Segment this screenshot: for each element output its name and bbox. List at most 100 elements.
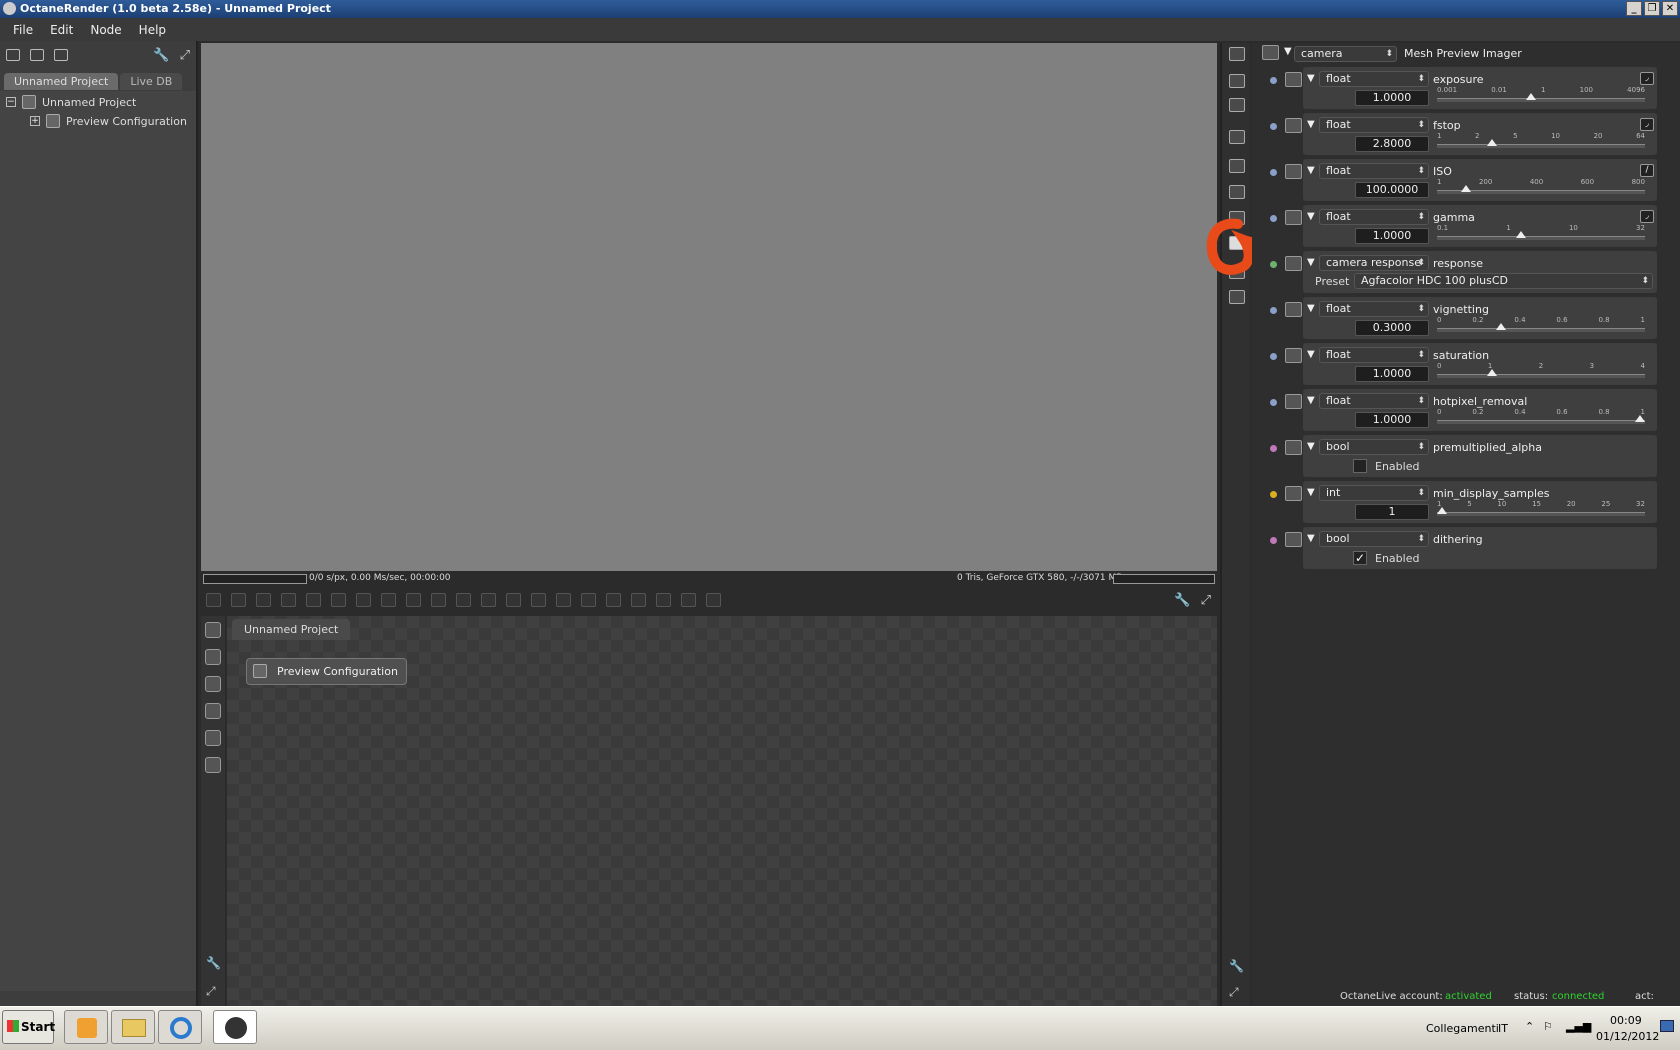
pick-focus-icon[interactable] bbox=[356, 593, 371, 607]
geometry-icon[interactable] bbox=[205, 676, 221, 692]
value-field[interactable]: 0.3000 bbox=[1355, 320, 1429, 336]
camera-icon[interactable] bbox=[631, 593, 646, 607]
param-type-icon[interactable] bbox=[1285, 118, 1302, 133]
param-type-select[interactable]: float bbox=[1319, 347, 1429, 363]
tab-live-db[interactable]: Live DB bbox=[120, 73, 183, 90]
connection-dot[interactable] bbox=[1270, 261, 1277, 268]
tree-item-project[interactable]: − Unnamed Project bbox=[6, 95, 136, 109]
value-field[interactable]: 1 bbox=[1355, 504, 1429, 520]
value-field[interactable]: 1.0000 bbox=[1355, 228, 1429, 244]
param-type-icon[interactable] bbox=[1285, 394, 1302, 409]
checker-icon[interactable] bbox=[556, 593, 571, 607]
camera-icon[interactable] bbox=[1229, 159, 1245, 173]
value-slider[interactable] bbox=[1437, 507, 1645, 516]
list-icon[interactable] bbox=[54, 49, 68, 61]
value-slider[interactable] bbox=[1437, 323, 1645, 332]
layers-icon[interactable] bbox=[30, 49, 44, 61]
outliner-icon[interactable] bbox=[6, 49, 20, 61]
value-field[interactable]: 2.8000 bbox=[1355, 136, 1429, 152]
slider-thumb[interactable] bbox=[1516, 231, 1527, 238]
param-type-select[interactable]: bool bbox=[1319, 531, 1429, 547]
param-type-icon[interactable] bbox=[1285, 256, 1302, 271]
texture-icon[interactable] bbox=[205, 757, 221, 773]
value-slider[interactable] bbox=[1437, 139, 1645, 148]
curve-icon[interactable]: ◞ bbox=[1640, 72, 1654, 85]
af-icon[interactable] bbox=[406, 593, 421, 607]
connection-dot[interactable] bbox=[1270, 491, 1277, 498]
wrench-icon[interactable]: 🔧 bbox=[1229, 959, 1244, 973]
expand-node-icon[interactable]: + bbox=[30, 116, 40, 126]
curve-icon[interactable]: ◞ bbox=[1640, 118, 1654, 131]
material-icon[interactable] bbox=[656, 593, 671, 607]
collapse-triangle-icon[interactable]: ▼ bbox=[1307, 73, 1315, 84]
expand-icon[interactable]: ⤢ bbox=[180, 48, 190, 63]
enabled-checkbox[interactable]: ✓ bbox=[1353, 551, 1367, 565]
wrench-icon[interactable]: 🔧 bbox=[206, 956, 221, 970]
curve-icon[interactable]: / bbox=[1640, 164, 1654, 177]
node-preview-configuration[interactable]: Preview Configuration bbox=[246, 658, 407, 685]
tab-node-graph[interactable]: Unnamed Project bbox=[232, 619, 351, 640]
preset-select[interactable]: Agfacolor HDC 100 plusCD bbox=[1354, 273, 1653, 289]
list-icon[interactable] bbox=[1229, 98, 1245, 112]
expand-icon[interactable]: ⤢ bbox=[1229, 985, 1239, 1000]
refresh-icon[interactable] bbox=[431, 593, 446, 607]
render-viewport[interactable] bbox=[201, 43, 1217, 571]
sphere-alt-icon[interactable] bbox=[506, 593, 521, 607]
collapse-triangle-icon[interactable]: ▼ bbox=[1307, 303, 1315, 314]
network-icon[interactable]: ▂▄▆ bbox=[1566, 1020, 1591, 1033]
octane-app-icon[interactable] bbox=[213, 1010, 257, 1044]
maximize-button[interactable]: ❐ bbox=[1644, 1, 1660, 16]
connection-dot[interactable] bbox=[1270, 353, 1277, 360]
lock-icon[interactable] bbox=[456, 593, 471, 607]
image-icon[interactable] bbox=[1229, 130, 1245, 144]
restart-icon[interactable] bbox=[256, 593, 271, 607]
collapse-triangle-icon[interactable]: ▼ bbox=[1307, 533, 1315, 544]
param-type-select[interactable]: camera response bbox=[1319, 255, 1429, 271]
param-type-icon[interactable] bbox=[1285, 348, 1302, 363]
param-type-select[interactable]: float bbox=[1319, 71, 1429, 87]
minimize-button[interactable]: _ bbox=[1626, 1, 1642, 16]
value-slider[interactable] bbox=[1437, 231, 1645, 240]
region-icon[interactable] bbox=[381, 593, 396, 607]
slider-thumb[interactable] bbox=[1437, 507, 1447, 514]
graph-icon[interactable] bbox=[205, 622, 221, 638]
clay-icon[interactable] bbox=[606, 593, 621, 607]
expand-icon[interactable]: ⤢ bbox=[1201, 593, 1211, 608]
flag-icon[interactable]: ⚐ bbox=[1543, 1020, 1553, 1033]
param-type-select[interactable]: int bbox=[1319, 485, 1429, 501]
value-slider[interactable] bbox=[1437, 369, 1645, 378]
sphere-icon[interactable] bbox=[481, 593, 496, 607]
node-type-select[interactable]: camera bbox=[1294, 46, 1397, 62]
connection-dot[interactable] bbox=[1270, 215, 1277, 222]
alpha-icon[interactable] bbox=[581, 593, 596, 607]
value-field[interactable]: 1.0000 bbox=[1355, 90, 1429, 106]
connection-dot[interactable] bbox=[1270, 169, 1277, 176]
collapse-triangle-icon[interactable]: ▼ bbox=[1284, 46, 1292, 57]
material-icon[interactable] bbox=[205, 703, 221, 719]
stop-icon[interactable] bbox=[231, 593, 246, 607]
menu-edit[interactable]: Edit bbox=[50, 23, 73, 37]
curve-icon[interactable]: ◞ bbox=[1640, 210, 1654, 223]
slider-thumb[interactable] bbox=[1635, 415, 1645, 422]
enabled-checkbox[interactable] bbox=[1353, 459, 1367, 473]
param-type-select[interactable]: float bbox=[1319, 117, 1429, 133]
collapse-triangle-icon[interactable]: ▼ bbox=[1307, 441, 1315, 452]
start-button[interactable]: Start bbox=[2, 1010, 55, 1044]
connection-dot[interactable] bbox=[1270, 123, 1277, 130]
collapse-triangle-icon[interactable]: ▼ bbox=[1307, 395, 1315, 406]
media-player-icon[interactable] bbox=[64, 1010, 108, 1044]
links-toolbar[interactable]: Collegamenti bbox=[1426, 1022, 1499, 1035]
param-type-icon[interactable] bbox=[1285, 210, 1302, 225]
collapse-icon[interactable]: − bbox=[6, 97, 16, 107]
param-type-icon[interactable] bbox=[1285, 440, 1302, 455]
slider-thumb[interactable] bbox=[1486, 139, 1497, 146]
environment-icon[interactable] bbox=[205, 730, 221, 746]
slider-thumb[interactable] bbox=[1496, 323, 1507, 330]
menu-node[interactable]: Node bbox=[90, 23, 121, 37]
value-slider[interactable] bbox=[1437, 185, 1645, 194]
value-slider[interactable] bbox=[1437, 415, 1645, 424]
param-type-icon[interactable] bbox=[1285, 486, 1302, 501]
collapse-triangle-icon[interactable]: ▼ bbox=[1307, 257, 1315, 268]
param-type-icon[interactable] bbox=[1285, 164, 1302, 179]
rewind-icon[interactable] bbox=[281, 593, 296, 607]
